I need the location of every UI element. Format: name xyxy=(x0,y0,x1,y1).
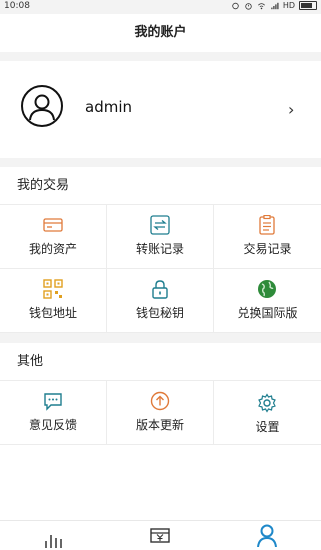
settings-button[interactable]: 设置 xyxy=(214,381,321,445)
signal-icon xyxy=(271,2,279,9)
user-icon xyxy=(29,94,55,121)
settings-label: 设置 xyxy=(255,420,280,434)
trade-records-label: 交易记录 xyxy=(243,242,292,256)
qr-code-icon xyxy=(43,279,63,299)
wallet-address-label: 钱包地址 xyxy=(28,306,77,320)
wallet-address-button[interactable]: 钱包地址 xyxy=(0,269,107,333)
chevron-right-icon: › xyxy=(288,100,295,119)
page-title: 我的账户 xyxy=(0,14,321,52)
battery-icon xyxy=(299,1,317,10)
feedback-label: 意见反馈 xyxy=(28,418,77,432)
transfer-records-button[interactable]: 转账记录 xyxy=(107,205,214,269)
rotate-icon xyxy=(232,2,239,9)
user-icon xyxy=(257,524,277,547)
status-bar: 10:08 HD xyxy=(0,0,321,14)
username: admin xyxy=(85,98,132,116)
section-title-other: 其他 xyxy=(0,343,321,381)
wifi-icon xyxy=(257,2,265,9)
lock-icon xyxy=(152,280,168,299)
my-assets-label: 我的资产 xyxy=(28,242,77,256)
nav-wallet-tab[interactable] xyxy=(107,523,214,550)
globe-icon xyxy=(258,280,276,298)
account-card[interactable]: admin › xyxy=(0,61,321,158)
chat-icon xyxy=(44,393,62,411)
alarm-icon xyxy=(245,2,252,10)
feedback-button[interactable]: 意见反馈 xyxy=(0,381,107,445)
bar-chart-icon xyxy=(45,535,62,548)
card-icon xyxy=(43,218,63,232)
avatar xyxy=(21,85,63,127)
status-icons: HD xyxy=(231,1,317,10)
wallet-key-label: 钱包秘钥 xyxy=(135,306,184,320)
bottom-nav xyxy=(0,520,321,550)
my-assets-button[interactable]: 我的资产 xyxy=(0,205,107,269)
clipboard-icon xyxy=(259,215,275,235)
transfer-records-label: 转账记录 xyxy=(135,242,184,256)
section-title-trade: 我的交易 xyxy=(0,167,321,205)
other-grid: 意见反馈 版本更新 设置 xyxy=(0,381,321,445)
transfer-icon xyxy=(150,215,170,235)
trade-grid: 我的资产 转账记录 交易记录 钱包地址 钱包秘钥 兑换国际版 xyxy=(0,205,321,333)
gear-icon xyxy=(258,393,276,413)
upload-icon xyxy=(150,391,170,411)
version-update-label: 版本更新 xyxy=(135,418,184,432)
wallet-key-button[interactable]: 钱包秘钥 xyxy=(107,269,214,333)
international-version-button[interactable]: 兑换国际版 xyxy=(214,269,321,333)
yuan-wallet-icon xyxy=(150,528,170,543)
status-time: 10:08 xyxy=(4,1,30,11)
nav-market-tab[interactable] xyxy=(0,523,107,550)
nav-account-tab[interactable] xyxy=(214,523,321,550)
content-background xyxy=(0,445,321,520)
version-update-button[interactable]: 版本更新 xyxy=(107,381,214,445)
network-label: HD xyxy=(282,1,295,10)
international-version-label: 兑换国际版 xyxy=(237,306,298,320)
trade-records-button[interactable]: 交易记录 xyxy=(214,205,321,269)
